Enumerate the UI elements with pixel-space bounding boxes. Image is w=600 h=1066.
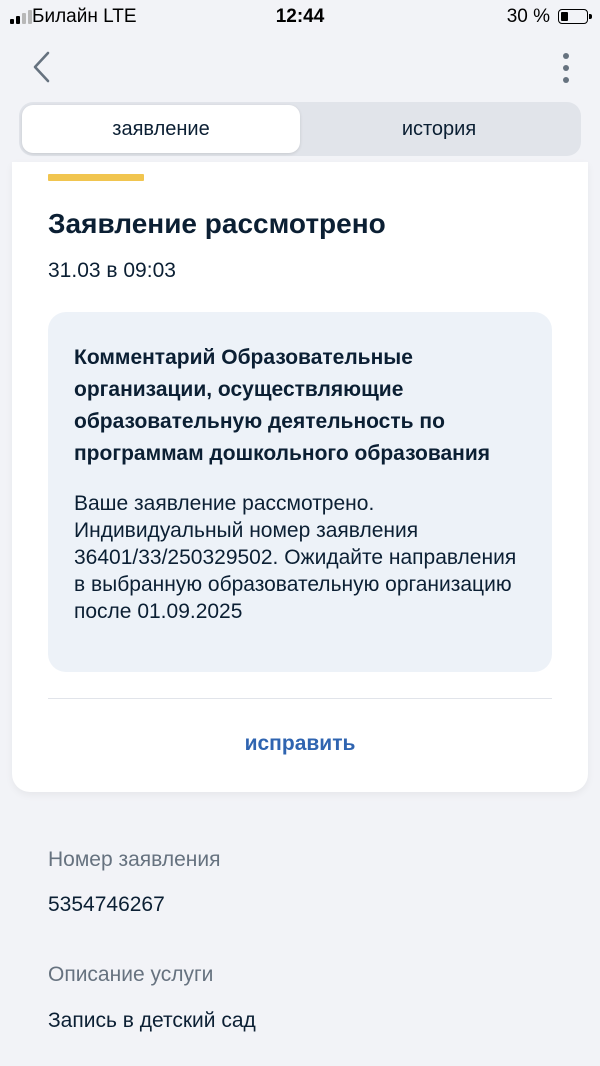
service-description-value: Запись в детский сад (48, 1009, 256, 1032)
more-menu-button[interactable] (556, 46, 576, 90)
edit-button[interactable]: исправить (48, 732, 552, 756)
tab-history[interactable]: история (300, 105, 578, 153)
tab-application[interactable]: заявление (22, 105, 300, 153)
status-bar: Билайн LTE 12:44 30 % (0, 0, 600, 36)
service-description-label: Описание услуги (48, 963, 214, 986)
battery-percent: 30 % (506, 6, 550, 27)
battery-fill (561, 12, 568, 21)
comment-box: Комментарий Образовательные организации,… (48, 312, 552, 672)
battery-icon (558, 9, 592, 24)
application-number-value: 5354746267 (48, 893, 165, 916)
back-button[interactable] (22, 44, 62, 90)
tab-switcher: заявление история (19, 102, 581, 156)
status-accent-bar (48, 174, 144, 181)
divider (48, 698, 552, 699)
comment-title: Комментарий Образовательные организации,… (74, 346, 490, 465)
status-date: 31.03 в 09:03 (48, 259, 176, 282)
top-nav (0, 40, 600, 96)
application-number-label: Номер заявления (48, 848, 221, 871)
chevron-left-icon (33, 51, 50, 83)
application-status-card: Заявление рассмотрено 31.03 в 09:03 Комм… (12, 162, 588, 792)
status-title: Заявление рассмотрено (48, 208, 386, 239)
more-vertical-icon (563, 53, 569, 59)
comment-text: Ваше заявление рассмотрено. Индивидуальн… (74, 492, 517, 623)
